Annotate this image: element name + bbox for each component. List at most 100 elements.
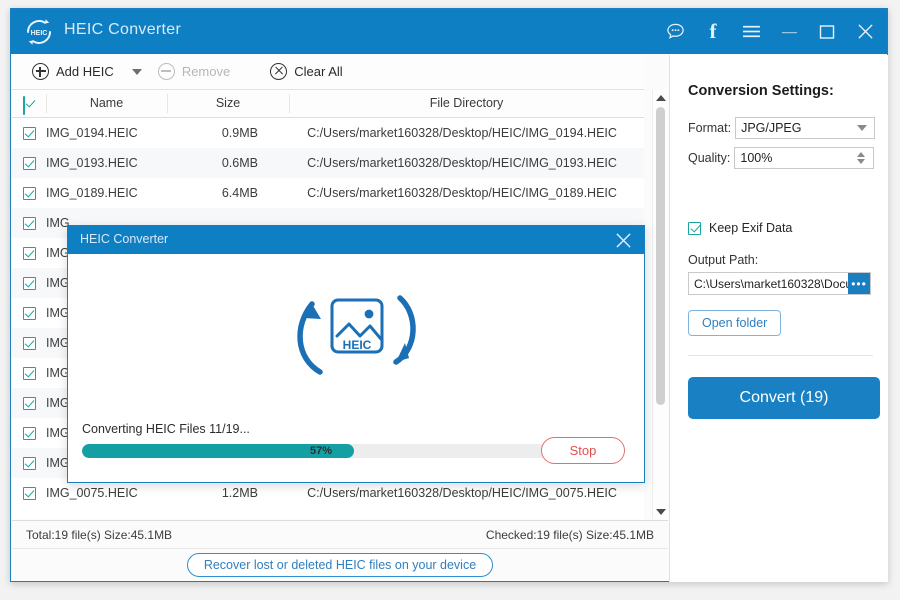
converting-modal: HEIC Converter HEIC (67, 225, 645, 483)
output-path-label: Output Path: (688, 253, 758, 267)
row-checkbox[interactable] (12, 397, 46, 410)
column-header-name[interactable]: Name (46, 96, 167, 110)
table-row[interactable]: IMG_0189.HEIC6.4MBC:/Users/market160328/… (12, 178, 644, 208)
checkbox-icon (23, 427, 36, 440)
minimize-icon[interactable] (779, 22, 799, 42)
output-path-field[interactable]: C:\Users\market160328\Docu ••• (688, 272, 871, 295)
settings-title: Conversion Settings: (688, 83, 834, 99)
row-checkbox[interactable] (12, 217, 46, 230)
close-icon[interactable] (855, 22, 875, 42)
cell-size: 6.4MB (166, 186, 280, 200)
cell-name: IMG_0193.HEIC (46, 156, 166, 170)
facebook-icon[interactable]: f (703, 22, 723, 42)
checkbox-icon (23, 397, 36, 410)
menu-icon[interactable] (741, 22, 761, 42)
progress-percent-label: 57% (82, 444, 560, 458)
checkbox-icon (23, 217, 36, 230)
column-header-size[interactable]: Size (167, 96, 289, 110)
heic-convert-illustration-icon: HEIC (68, 254, 644, 409)
scrollbar-thumb[interactable] (656, 107, 665, 405)
row-checkbox[interactable] (12, 247, 46, 260)
title-bar: HEIC HEIC Converter f (11, 9, 887, 54)
status-checked: Checked:19 file(s) Size:45.1MB (486, 528, 654, 542)
row-checkbox[interactable] (12, 277, 46, 290)
heic-art-label: HEIC (343, 338, 372, 352)
row-checkbox[interactable] (12, 487, 46, 500)
cell-directory: C:/Users/market160328/Desktop/HEIC/IMG_0… (280, 156, 644, 170)
row-checkbox[interactable] (12, 127, 46, 140)
convert-button[interactable]: Convert (19) (688, 377, 880, 419)
format-row: Format: JPG/JPEG (688, 117, 875, 139)
format-select[interactable]: JPG/JPEG (735, 117, 875, 139)
spinner-icon[interactable] (857, 152, 865, 164)
add-heic-dropdown-icon[interactable] (132, 69, 142, 75)
keep-exif-label: Keep Exif Data (709, 221, 792, 235)
column-header-directory[interactable]: File Directory (289, 96, 644, 110)
select-all-checkbox[interactable] (23, 97, 25, 115)
row-checkbox[interactable] (12, 307, 46, 320)
remove-label: Remove (182, 64, 230, 79)
cell-directory: C:/Users/market160328/Desktop/HEIC/IMG_0… (280, 126, 644, 140)
checkbox-icon (23, 157, 36, 170)
row-checkbox[interactable] (12, 187, 46, 200)
plus-icon (32, 63, 49, 80)
format-label: Format: (688, 121, 731, 135)
file-list-header: Name Size File Directory (12, 90, 644, 118)
conversion-settings-panel: Conversion Settings: Format: JPG/JPEG Qu… (669, 55, 888, 582)
status-bar: Total:19 file(s) Size:45.1MB Checked:19 … (12, 520, 668, 548)
app-root: HEIC HEIC Converter f (0, 0, 900, 600)
table-row[interactable]: IMG_0193.HEIC0.6MBC:/Users/market160328/… (12, 148, 644, 178)
scroll-down-icon[interactable] (653, 504, 668, 519)
recover-files-button[interactable]: Recover lost or deleted HEIC files on yo… (187, 553, 493, 577)
minus-icon (158, 63, 175, 80)
cell-size: 0.9MB (166, 126, 280, 140)
table-row[interactable]: IMG_0194.HEIC0.9MBC:/Users/market160328/… (12, 118, 644, 148)
quality-row: Quality: 100% (688, 147, 874, 169)
browse-button[interactable]: ••• (848, 273, 870, 294)
cell-size: 1.2MB (166, 486, 280, 500)
open-folder-button[interactable]: Open folder (688, 310, 781, 336)
checkbox-icon (23, 367, 36, 380)
format-value: JPG/JPEG (741, 121, 857, 135)
remove-button[interactable]: Remove (152, 60, 236, 83)
clear-x-icon (270, 63, 287, 80)
cell-name: IMG_0075.HEIC (46, 486, 166, 500)
app-logo-icon: HEIC (24, 17, 54, 47)
main-window: HEIC HEIC Converter f (10, 8, 888, 582)
checkbox-icon (23, 127, 36, 140)
row-checkbox[interactable] (12, 367, 46, 380)
cell-directory: C:/Users/market160328/Desktop/HEIC/IMG_0… (280, 486, 644, 500)
output-path-value: C:\Users\market160328\Docu (689, 277, 848, 291)
chevron-down-icon (857, 125, 867, 131)
recover-bar: Recover lost or deleted HEIC files on yo… (12, 548, 668, 581)
add-heic-button[interactable]: Add HEIC (26, 60, 120, 83)
checkbox-icon (23, 457, 36, 470)
modal-close-icon[interactable] (612, 229, 634, 251)
chat-icon[interactable] (665, 22, 685, 42)
modal-title: HEIC Converter (80, 232, 168, 246)
checkbox-icon (23, 277, 36, 290)
keep-exif-checkbox[interactable]: Keep Exif Data (688, 221, 792, 235)
panel-divider (688, 355, 873, 356)
quality-value: 100% (740, 151, 857, 165)
cell-name: IMG_0194.HEIC (46, 126, 166, 140)
status-total: Total:19 file(s) Size:45.1MB (26, 528, 172, 542)
checkbox-icon (23, 187, 36, 200)
clear-all-label: Clear All (294, 64, 342, 79)
row-checkbox[interactable] (12, 337, 46, 350)
maximize-icon[interactable] (817, 22, 837, 42)
cell-directory: C:/Users/market160328/Desktop/HEIC/IMG_0… (280, 186, 644, 200)
quality-label: Quality: (688, 151, 730, 165)
conversion-progress-bar: 57% (82, 444, 560, 458)
cell-size: 0.6MB (166, 156, 280, 170)
stop-button[interactable]: Stop (541, 437, 625, 464)
row-checkbox[interactable] (12, 427, 46, 440)
vertical-scrollbar[interactable] (652, 90, 668, 519)
titlebar-icon-group: f (665, 9, 875, 54)
quality-stepper[interactable]: 100% (734, 147, 874, 169)
row-checkbox[interactable] (12, 157, 46, 170)
row-checkbox[interactable] (12, 457, 46, 470)
scroll-up-icon[interactable] (653, 90, 668, 105)
checkbox-icon (23, 487, 36, 500)
clear-all-button[interactable]: Clear All (264, 60, 348, 83)
